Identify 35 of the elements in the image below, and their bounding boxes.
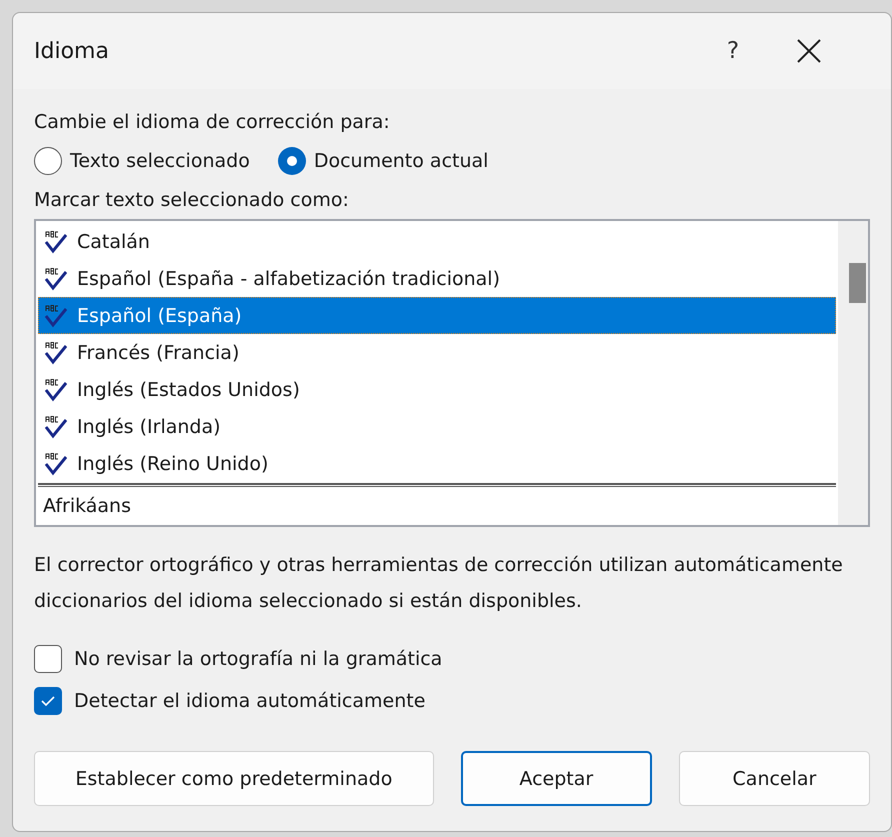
help-button[interactable]: ? bbox=[713, 31, 753, 71]
spellcheck-icon bbox=[43, 414, 69, 440]
spellcheck-icon bbox=[43, 376, 69, 402]
radio-button[interactable] bbox=[34, 147, 62, 175]
language-item[interactable]: Español (España) bbox=[38, 297, 836, 334]
scrollbar[interactable] bbox=[838, 221, 868, 525]
scrollbar-thumb[interactable] bbox=[849, 263, 866, 303]
dialog-button[interactable]: Establecer como predeterminado bbox=[34, 751, 434, 806]
section-label: Marcar texto seleccionado como: bbox=[34, 189, 350, 211]
radio-option[interactable]: Texto seleccionado bbox=[34, 147, 250, 175]
language-item[interactable]: Inglés (Irlanda) bbox=[38, 408, 836, 445]
dialog-button[interactable]: Aceptar bbox=[460, 751, 652, 806]
checkbox[interactable] bbox=[34, 687, 62, 715]
spellcheck-icon bbox=[43, 340, 69, 366]
spellcheck-icon bbox=[43, 228, 69, 254]
dialog-button[interactable]: Cancelar bbox=[678, 751, 870, 806]
language-item[interactable]: Francés (Francia) bbox=[38, 334, 836, 371]
checkbox[interactable] bbox=[34, 645, 62, 673]
language-item[interactable]: Catalán bbox=[38, 223, 836, 260]
language-item[interactable]: Inglés (Reino Unido) bbox=[38, 445, 836, 482]
checkmark-icon bbox=[40, 695, 56, 707]
spellcheck-icon bbox=[43, 450, 69, 476]
spellcheck-icon bbox=[43, 302, 69, 328]
radio-option[interactable]: Documento actual bbox=[278, 147, 488, 175]
window-title: Idioma bbox=[34, 38, 110, 64]
language-item[interactable]: Afrikáans bbox=[38, 487, 836, 524]
radio-button[interactable] bbox=[278, 147, 306, 175]
description-text: El corrector ortográfico y otras herramientas de corrección utilizan automáticamente diccionarios del idioma seleccionado si están disponibles. bbox=[34, 553, 844, 614]
language-item[interactable]: Español (España - alfabetización tradicional) bbox=[38, 260, 836, 297]
spellcheck-icon bbox=[43, 266, 69, 292]
language-item[interactable]: Inglés (Estados Unidos) bbox=[38, 371, 836, 408]
checkbox-option[interactable]: No revisar la ortografía ni la gramática bbox=[34, 645, 870, 673]
section-label: Cambie el idioma de corrección para: bbox=[34, 111, 391, 133]
close-icon bbox=[797, 39, 821, 63]
checkbox-option[interactable]: Detectar el idioma automáticamente bbox=[34, 687, 870, 715]
